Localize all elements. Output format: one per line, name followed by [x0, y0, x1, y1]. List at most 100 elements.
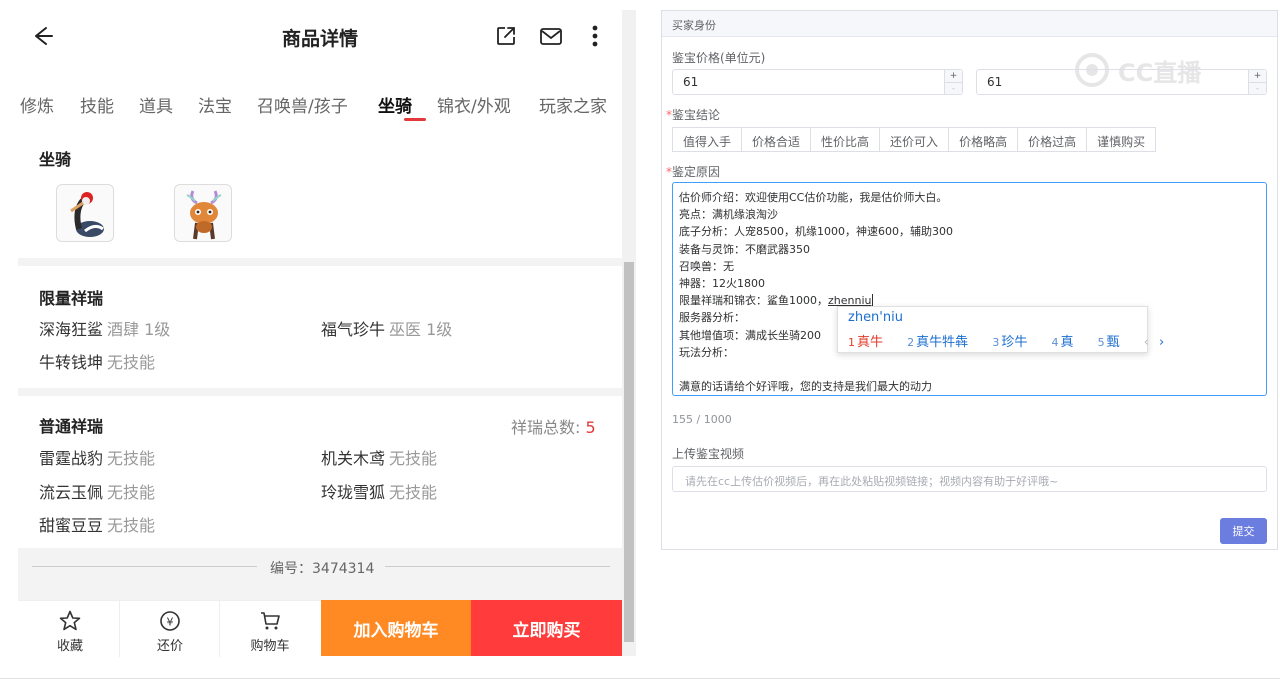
decrement-button[interactable]: - [945, 82, 962, 94]
tab-summons[interactable]: 召唤兽/孩子 [257, 92, 348, 117]
ime-candidate[interactable]: 5甄 [1098, 335, 1130, 350]
page-title: 商品详情 [281, 28, 358, 50]
normal-mounts-title: 普通祥瑞 [39, 417, 104, 436]
conclusion-option[interactable]: 谨慎购买 [1087, 127, 1157, 152]
conclusion-options: 值得入手 价格合适 性价比高 还价可入 价格略高 价格过高 谨慎购买 [672, 127, 1157, 152]
item-skill: 无技能 [107, 483, 156, 502]
product-detail-panel: 商品详情 修炼 技能 道具 法宝 召唤兽/孩子 坐骑 锦衣/外观 玩家之家 坐骑 [0, 0, 636, 662]
favorite-button[interactable]: 收藏 [20, 601, 120, 657]
favorite-label: 收藏 [56, 639, 83, 654]
candidate-index: 3 [992, 336, 1000, 349]
conclusion-label-text: 鉴宝结论 [672, 108, 721, 122]
serial-line-left [32, 566, 257, 567]
tab-skills[interactable]: 技能 [80, 92, 114, 117]
video-link-input[interactable]: 请先在cc上传估价视频后，再在此处粘贴视频链接；视频内容有助于好评哦~ [672, 466, 1267, 492]
item-skill: 巫医 1级 [389, 320, 453, 339]
decrement-button[interactable]: - [1249, 82, 1266, 94]
conclusion-label: *鉴宝结论 [666, 106, 720, 123]
header-bar: 商品详情 [18, 10, 622, 62]
scrollbar-thumb[interactable] [624, 262, 634, 642]
mount-crane-image[interactable] [56, 184, 114, 242]
item-name: 牛转钱坤 [39, 353, 104, 372]
tab-fabao[interactable]: 法宝 [198, 92, 232, 117]
ime-prev-page-icon[interactable]: ‹ [1144, 335, 1149, 350]
submit-button[interactable]: 提交 [1220, 518, 1267, 544]
share-icon[interactable] [492, 22, 520, 50]
add-to-cart-button[interactable]: 加入购物车 [321, 600, 471, 656]
reason-line: 亮点：满机缘浪淘沙 [679, 208, 778, 222]
candidate-text: 真 [1060, 335, 1074, 350]
conclusion-option[interactable]: 性价比高 [811, 127, 881, 152]
reason-line: 估价师介绍：欢迎使用CC估价功能，我是估价师大白。 [679, 191, 948, 204]
ime-next-page-icon[interactable]: › [1159, 335, 1164, 350]
ime-candidate-popup: zhen'niu 1 真牛 2 真牛牪犇 3 珍牛 4真 5甄 ‹ › [837, 306, 1164, 353]
cart-label: 购物车 [250, 639, 290, 654]
char-counter: 155 / 1000 [672, 413, 732, 426]
conclusion-option[interactable]: 价格略高 [949, 127, 1019, 152]
serial-number: 编号：3474314 [270, 561, 375, 577]
conclusion-option[interactable]: 还价可入 [880, 127, 950, 152]
limited-mounts-title: 限量祥瑞 [39, 289, 104, 308]
item-name: 深海狂鲨 [39, 320, 104, 339]
reason-line: 召唤兽：无 [679, 259, 734, 273]
serial-line-right [385, 566, 610, 567]
candidate-text: 真牛牪犇 [916, 335, 969, 350]
reason-line: 神器：12火1800 [679, 276, 765, 290]
star-icon [59, 610, 81, 631]
price-label: 鉴宝价格(单位元) [672, 51, 766, 65]
more-icon[interactable] [581, 22, 609, 50]
limited-item: 福气珍牛 巫医 1级 [321, 316, 452, 340]
tab-items[interactable]: 道具 [139, 92, 173, 117]
price-max-stepper[interactable]: + - [1248, 70, 1266, 94]
candidate-text: 甄 [1106, 335, 1120, 350]
item-skill: 酒肆 1级 [107, 320, 171, 339]
ime-candidate-list: 1 真牛 2 真牛牪犇 3 珍牛 4真 5甄 ‹ › [848, 331, 1174, 350]
ime-candidate[interactable]: 3 珍牛 [992, 335, 1037, 350]
total-count: 5 [585, 418, 596, 437]
price-min-stepper[interactable]: + - [944, 70, 962, 94]
conclusion-option[interactable]: 价格过高 [1018, 127, 1088, 152]
reason-line [679, 361, 1260, 378]
tab-player-home[interactable]: 玩家之家 [539, 92, 607, 117]
cart-button[interactable]: 购物车 [220, 601, 320, 657]
reason-label: *鉴定原因 [666, 163, 720, 180]
cart-icon [261, 612, 280, 630]
increment-button[interactable]: + [945, 70, 962, 82]
tab-outfits[interactable]: 锦衣/外观 [437, 92, 511, 117]
normal-item: 甜蜜豆豆 无技能 [39, 512, 155, 536]
mounts-title: 坐骑 [39, 150, 72, 169]
ime-candidate[interactable]: 4真 [1051, 335, 1083, 350]
tab-mounts[interactable]: 坐骑 [378, 92, 412, 117]
active-tab-indicator [404, 118, 426, 121]
reason-line: 满意的话请给个好评哦，您的支持是我们最大的动力 [679, 380, 932, 394]
ime-candidate[interactable]: 1 真牛 [848, 335, 893, 350]
normal-item: 玲珑雪狐 无技能 [321, 479, 437, 503]
item-name: 甜蜜豆豆 [39, 516, 104, 535]
price-min-input[interactable]: 61 + - [672, 69, 963, 95]
category-tabs: 修炼 技能 道具 法宝 召唤兽/孩子 坐骑 锦衣/外观 玩家之家 [18, 64, 622, 134]
candidate-text: 真牛 [857, 335, 884, 350]
normal-item: 流云玉佩 无技能 [39, 479, 155, 503]
buy-now-button[interactable]: 立即购买 [471, 600, 622, 656]
conclusion-option[interactable]: 价格合适 [742, 127, 812, 152]
limited-item: 深海狂鲨 酒肆 1级 [39, 316, 170, 340]
candidate-index: 5 [1097, 336, 1105, 349]
normal-item: 机关木鸢 无技能 [321, 445, 437, 469]
mail-icon[interactable] [537, 22, 565, 50]
appraisal-form: 买家身份 CC直播 鉴宝价格(单位元) 61 + - 61 + - *鉴宝结论 值得… [661, 10, 1278, 550]
reason-textarea[interactable]: 估价师介绍：欢迎使用CC估价功能，我是估价师大白。 亮点：满机缘浪淘沙 底子分析… [672, 182, 1267, 396]
price-max-input[interactable]: 61 + - [976, 69, 1267, 95]
bargain-button[interactable]: ¥ 还价 [120, 601, 220, 657]
video-label: 上传鉴宝视频 [672, 447, 745, 461]
reason-label-text: 鉴定原因 [672, 165, 721, 179]
conclusion-option[interactable]: 值得入手 [672, 127, 743, 152]
mount-deer-image[interactable] [174, 184, 232, 242]
ime-candidate[interactable]: 2 真牛牪犇 [907, 335, 978, 350]
mount-total: 祥瑞总数: 5 [511, 414, 596, 438]
price-max-value: 61 [987, 75, 1003, 89]
bargain-label: 还价 [156, 639, 183, 654]
increment-button[interactable]: + [1249, 70, 1266, 82]
tab-xiulian[interactable]: 修炼 [20, 92, 54, 117]
reason-line-text: 限量祥瑞和锦衣：鲨鱼1000， [679, 294, 828, 308]
item-name: 流云玉佩 [39, 483, 104, 502]
